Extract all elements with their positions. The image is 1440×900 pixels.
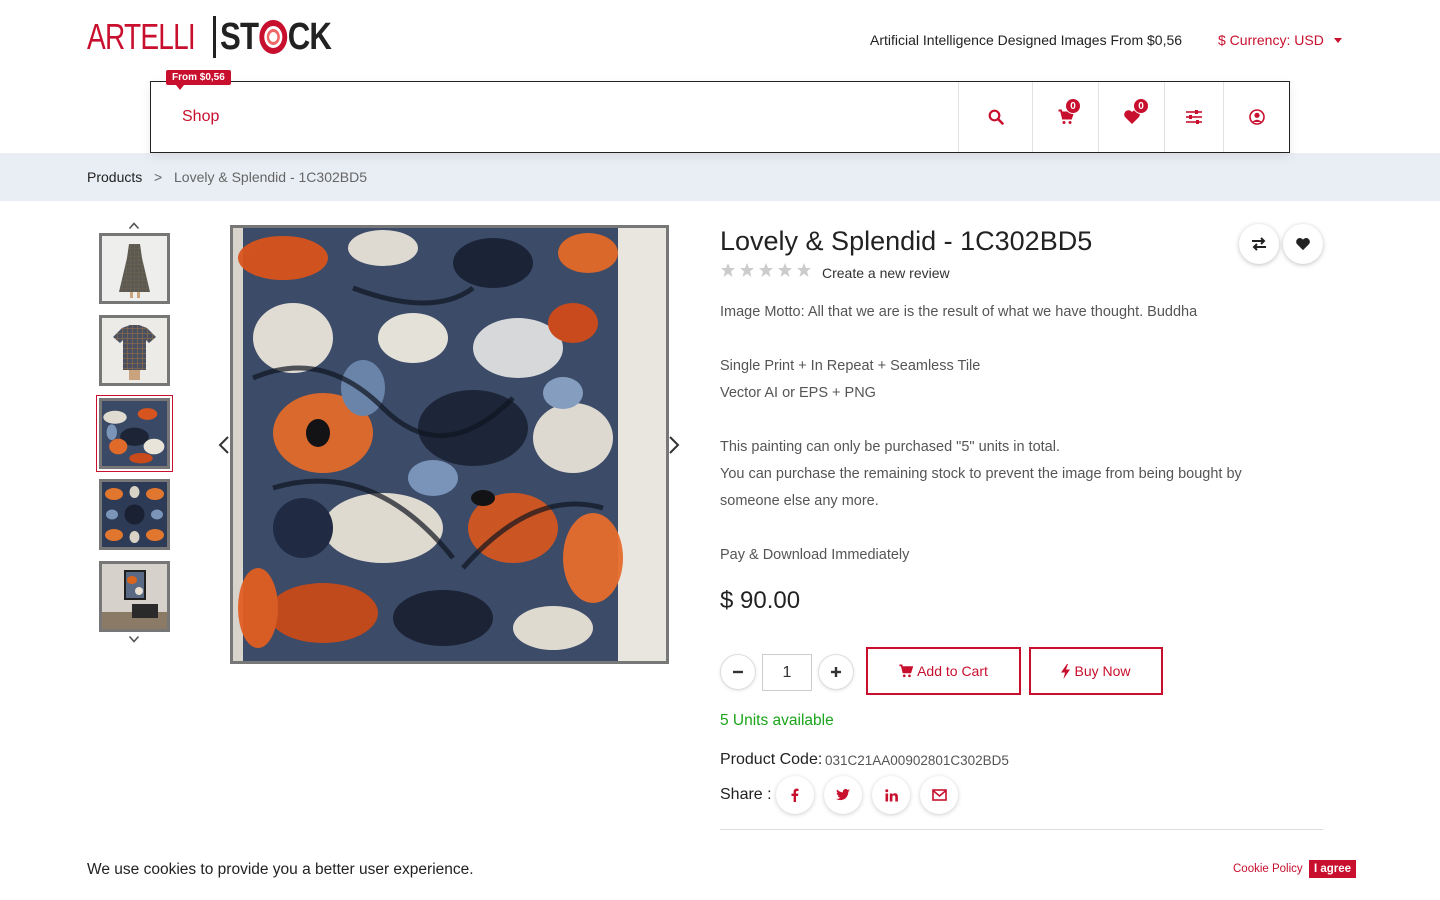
thumbnails-up-arrow[interactable] bbox=[128, 220, 140, 232]
product-limit-line-1: This painting can only be purchased "5" … bbox=[720, 439, 1060, 455]
logo-text-st: ST bbox=[220, 15, 259, 58]
breadcrumb-products-link[interactable]: Products bbox=[87, 169, 142, 185]
tshirt-image bbox=[102, 318, 167, 383]
thumbnails-down-arrow[interactable] bbox=[128, 633, 140, 645]
site-logo[interactable]: ARTELLI ST CK bbox=[87, 14, 356, 60]
currency-selector[interactable]: $ Currency: USD bbox=[1218, 32, 1342, 48]
sliders-icon bbox=[1186, 110, 1202, 124]
add-to-wishlist-button[interactable] bbox=[1283, 224, 1323, 264]
tile-pattern-image bbox=[102, 482, 167, 547]
from-price-badge: From $0,56 bbox=[166, 70, 231, 90]
add-to-cart-label: Add to Cart bbox=[917, 663, 988, 679]
quantity-increase-button[interactable] bbox=[818, 654, 854, 690]
share-label: Share : bbox=[720, 786, 772, 803]
quantity-decrease-button[interactable] bbox=[720, 654, 756, 690]
share-twitter-button[interactable] bbox=[824, 776, 862, 814]
product-title: Lovely & Splendid - 1C302BD5 bbox=[720, 226, 1093, 256]
nav-shop-link[interactable]: Shop bbox=[182, 108, 219, 126]
thumbnail-room-frame[interactable] bbox=[99, 561, 170, 632]
dress-image bbox=[102, 236, 167, 301]
breadcrumb: Products > Lovely & Splendid - 1C302BD5 bbox=[0, 153, 1440, 201]
thumbnail-tshirt[interactable] bbox=[99, 315, 170, 386]
product-motto: Image Motto: All that we are is the resu… bbox=[720, 304, 1198, 320]
plus-icon bbox=[831, 667, 841, 677]
envelope-icon bbox=[931, 789, 947, 801]
thumbnail-dress[interactable] bbox=[99, 233, 170, 304]
wishlist-count-badge: 0 bbox=[1133, 98, 1149, 114]
cart-count-badge: 0 bbox=[1065, 98, 1081, 114]
product-limit-line-2: You can purchase the remaining stock to … bbox=[720, 466, 1242, 482]
product-code-label: Product Code: bbox=[720, 751, 823, 768]
create-review-link[interactable]: Create a new review bbox=[822, 265, 950, 281]
pay-download-note: Pay & Download Immediately bbox=[720, 547, 910, 563]
search-button[interactable] bbox=[958, 82, 1032, 152]
minus-icon bbox=[733, 670, 743, 674]
share-facebook-button[interactable] bbox=[776, 776, 814, 814]
logo-text-ck: CK bbox=[288, 15, 332, 58]
wishlist-button[interactable]: 0 bbox=[1098, 82, 1164, 152]
chevron-left-icon[interactable] bbox=[217, 435, 231, 455]
cookie-message: We use cookies to provide you a better u… bbox=[87, 861, 474, 878]
star-icon bbox=[759, 263, 773, 277]
buy-now-button[interactable]: Buy Now bbox=[1029, 647, 1163, 695]
star-icon bbox=[797, 263, 811, 277]
breadcrumb-current: Lovely & Splendid - 1C302BD5 bbox=[174, 169, 368, 185]
cart-icon bbox=[899, 664, 914, 678]
add-to-cart-button[interactable]: Add to Cart bbox=[866, 647, 1021, 695]
account-button[interactable] bbox=[1223, 82, 1289, 152]
user-icon bbox=[1248, 109, 1265, 125]
cookie-agree-button[interactable]: I agree bbox=[1309, 860, 1357, 878]
filters-button[interactable] bbox=[1164, 82, 1223, 152]
cart-button[interactable]: 0 bbox=[1032, 82, 1098, 152]
linkedin-icon bbox=[884, 788, 898, 801]
logo-text-artelli: ARTELLI bbox=[87, 16, 196, 57]
units-available: 5 Units available bbox=[720, 712, 834, 729]
cookie-policy-link[interactable]: Cookie Policy bbox=[1233, 863, 1303, 875]
header-tagline: Artificial Intelligence Designed Images … bbox=[870, 32, 1183, 48]
product-format-line-1: Single Print + In Repeat + Seamless Tile bbox=[720, 358, 981, 374]
section-divider bbox=[720, 829, 1323, 830]
share-email-button[interactable] bbox=[920, 776, 958, 814]
compare-button[interactable] bbox=[1239, 224, 1279, 264]
abstract-painting-image bbox=[233, 228, 666, 661]
bolt-icon bbox=[1061, 663, 1071, 679]
currency-label: $ Currency: USD bbox=[1218, 32, 1324, 48]
quantity-input[interactable] bbox=[762, 654, 812, 691]
star-icon bbox=[778, 263, 792, 277]
aperture-icon bbox=[259, 20, 288, 54]
main-navbar: Shop 0 0 bbox=[150, 81, 1290, 153]
rating-stars bbox=[720, 262, 812, 278]
buy-now-label: Buy Now bbox=[1074, 663, 1131, 679]
logo-divider bbox=[213, 16, 217, 58]
search-icon bbox=[988, 109, 1004, 125]
main-product-image[interactable] bbox=[230, 225, 669, 664]
breadcrumb-separator: > bbox=[154, 169, 163, 185]
share-linkedin-button[interactable] bbox=[872, 776, 910, 814]
product-limit-line-3: someone else any more. bbox=[720, 493, 879, 509]
thumbnail-painting-frame bbox=[99, 398, 170, 469]
cookie-banner: We use cookies to provide you a better u… bbox=[0, 840, 1440, 900]
logo-text-stock: ST CK bbox=[220, 15, 332, 59]
room-frame-image bbox=[102, 564, 167, 629]
caret-down-icon bbox=[1333, 37, 1342, 43]
nav-icon-group: 0 0 bbox=[958, 82, 1289, 152]
thumbnail-painting[interactable] bbox=[96, 395, 173, 472]
heart-icon bbox=[1296, 238, 1310, 251]
product-price: $ 90.00 bbox=[720, 587, 801, 614]
facebook-icon bbox=[791, 788, 799, 802]
thumbnail-tile-pattern[interactable] bbox=[99, 479, 170, 550]
product-code-value: 031C21AA00902801C302BD5 bbox=[825, 753, 1009, 768]
compare-arrows-icon bbox=[1252, 237, 1266, 251]
painting-thumbnail-image bbox=[102, 401, 167, 466]
chevron-right-icon[interactable] bbox=[667, 435, 681, 455]
star-icon bbox=[721, 263, 735, 277]
product-format-line-2: Vector AI or EPS + PNG bbox=[720, 385, 876, 401]
star-icon bbox=[740, 263, 754, 277]
twitter-icon bbox=[836, 789, 850, 801]
